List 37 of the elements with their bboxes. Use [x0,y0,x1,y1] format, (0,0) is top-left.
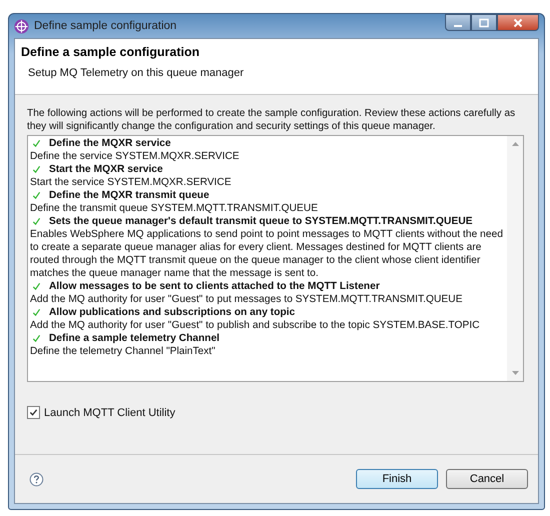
maximize-button[interactable] [471,14,497,31]
action-title: Define the MQXR service [49,137,171,150]
check-icon [32,334,41,343]
action-description: Add the MQ authority for user "Guest" to put messages to SYSTEM.MQTT.TRANSMIT.QUEUE [30,293,464,306]
close-icon [513,18,523,28]
close-button[interactable] [497,14,539,31]
action-description: Define the transmit queue SYSTEM.MQTT.TRANSMIT.QUEUE [30,202,319,215]
action-title: Define a sample telemetry Channel [49,332,220,345]
action-title: Start the MQXR service [49,163,163,176]
action-description: Add the MQ authority for user "Guest" to publish and subscribe to the topic SYSTEM.BASE.TOPIC [30,319,481,332]
minimize-button[interactable] [445,14,471,31]
action-title: Define the MQXR transmit queue [49,189,210,202]
action-title: Allow publications and subscriptions on any topic [49,306,295,319]
action-title: Allow messages to be sent to clients attached to the MQTT Listener [49,280,380,293]
action-description: Enables WebSphere MQ applications to send point to point messages to MQTT clients without the need to create a separate queue manager alias for every client. Messages destined for MQTT clients are routed through the MQTT transmit queue on the queue manager to the client whose client identifier matches the queue manager name that the message is sent to. [30,228,504,280]
intro-text: The following actions will be performed to create the sample configuration. Review these actions carefully as they will significantly change the configuration and security settings of this queue manager. [27,107,516,133]
cancel-button[interactable]: Cancel [446,469,528,489]
check-icon [32,217,41,226]
checkbox-label[interactable]: Launch MQTT Client Utility [44,406,176,418]
check-icon [32,191,41,200]
check-icon [32,139,41,148]
globe-icon [14,18,29,34]
action-description: Define the telemetry Channel "PlainText" [30,345,216,358]
action-description: Define the service SYSTEM.MQXR.SERVICE [30,150,240,163]
maximize-icon [479,18,489,28]
window-title: Define sample configuration [34,20,177,32]
minimize-icon [454,24,462,26]
action-description: Start the service SYSTEM.MQXR.SERVICE [30,176,232,189]
check-icon [32,308,41,317]
check-icon [32,282,41,291]
action-title: Sets the queue manager's default transmit queue to SYSTEM.MQTT.TRANSMIT.QUEUE [49,215,473,228]
finish-button[interactable]: Finish [356,469,438,489]
help-icon[interactable] [29,472,44,486]
checkbox[interactable] [27,406,40,419]
page-subtitle: Setup MQ Telemetry on this queue manager [28,67,245,79]
check-icon [32,165,41,174]
page-title: Define a sample configuration [21,45,201,59]
